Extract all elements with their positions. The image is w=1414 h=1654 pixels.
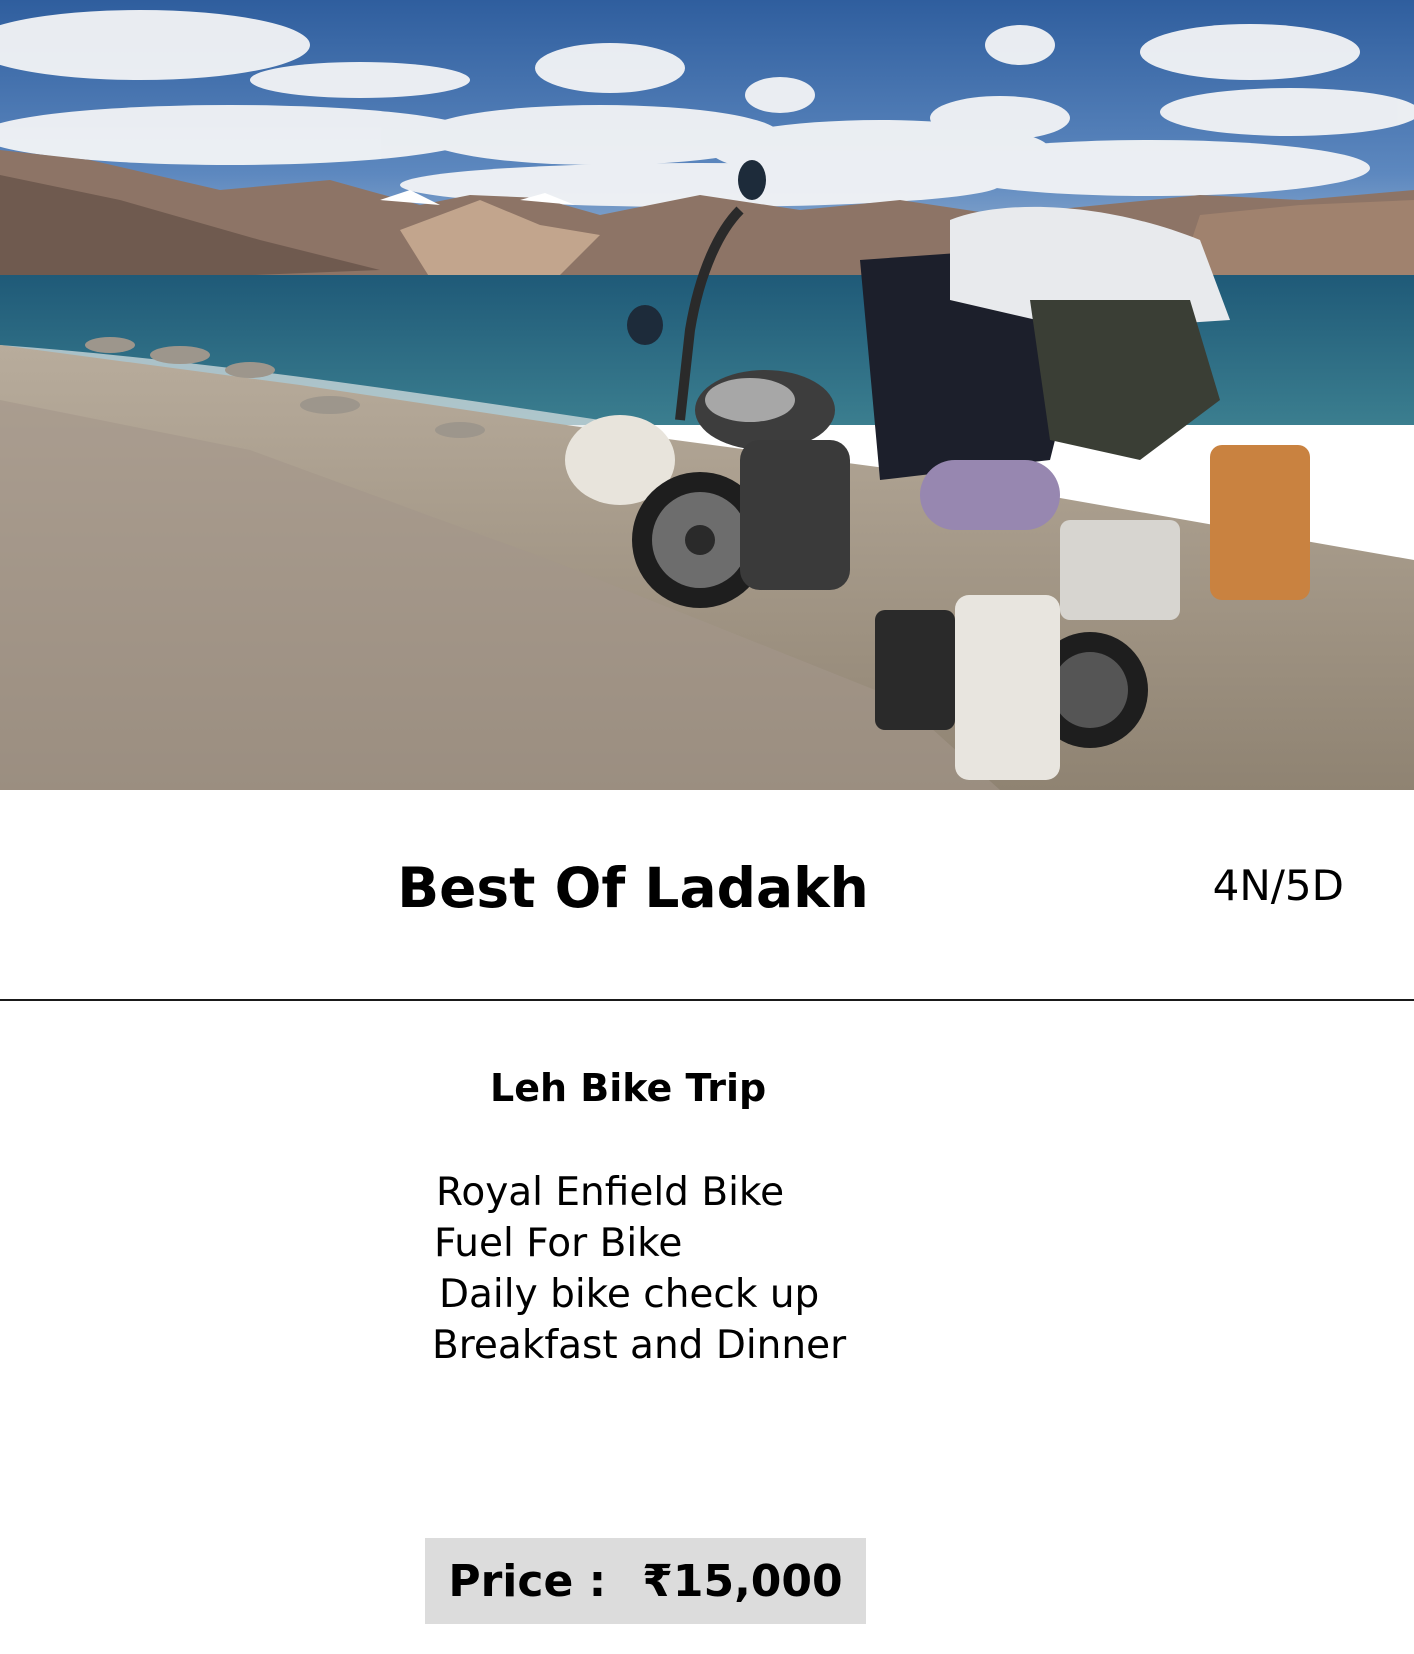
duration-label: 4N/5D xyxy=(1212,861,1344,910)
package-subtitle: Leh Bike Trip xyxy=(490,1066,767,1110)
package-title: Best Of Ladakh xyxy=(397,856,869,920)
price-box: Price : ₹15,000 xyxy=(425,1538,866,1624)
inclusion-item: Fuel For Bike xyxy=(434,1221,683,1266)
inclusion-item: Royal Enfield Bike xyxy=(436,1170,785,1215)
divider xyxy=(0,999,1414,1001)
inclusions-list: Royal Enfield Bike Fuel For Bike Daily b… xyxy=(432,1167,846,1371)
price-label: Price : xyxy=(448,1555,607,1607)
hero-image xyxy=(0,0,1414,790)
inclusion-item: Breakfast and Dinner xyxy=(432,1323,847,1368)
inclusion-item: Daily bike check up xyxy=(439,1272,820,1317)
price-value: ₹15,000 xyxy=(642,1555,843,1607)
